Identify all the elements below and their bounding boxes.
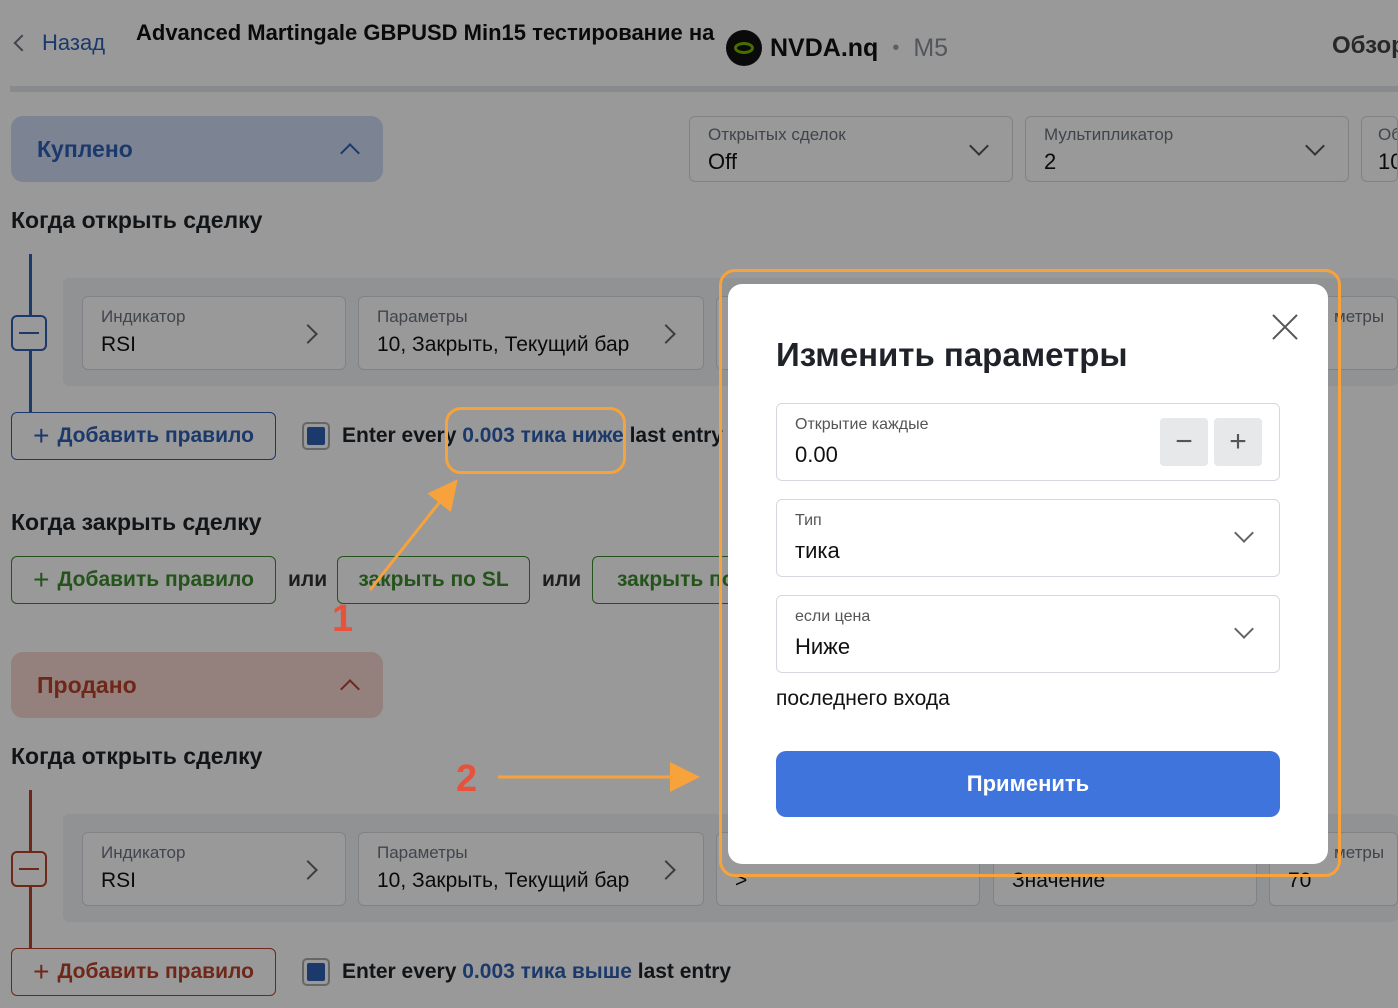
close-icon[interactable]: [1270, 312, 1300, 342]
modal-title: Изменить параметры: [776, 336, 1128, 373]
apply-button[interactable]: Применить: [776, 751, 1280, 817]
open-every-field[interactable]: Открытие каждые 0.00 − +: [776, 403, 1280, 481]
plus-icon: +: [1229, 425, 1247, 458]
if-price-dropdown[interactable]: если цена Ниже: [776, 595, 1280, 673]
minus-icon: −: [1175, 425, 1193, 458]
increment-button[interactable]: +: [1214, 418, 1262, 466]
type-dropdown[interactable]: Тип тика: [776, 499, 1280, 577]
annotation-marker-1: 1: [332, 598, 354, 640]
annotation-marker-2: 2: [456, 758, 478, 800]
if-price-label: если цена: [795, 608, 871, 625]
edit-params-modal: Изменить параметры Открытие каждые 0.00 …: [728, 284, 1328, 864]
arrow-to-entry-link: [368, 479, 458, 591]
last-entry-text: последнего входа: [776, 687, 950, 710]
type-value: тика: [795, 538, 840, 563]
type-label: Тип: [795, 512, 822, 529]
decrement-button[interactable]: −: [1160, 418, 1208, 466]
if-price-value: Ниже: [795, 634, 851, 659]
